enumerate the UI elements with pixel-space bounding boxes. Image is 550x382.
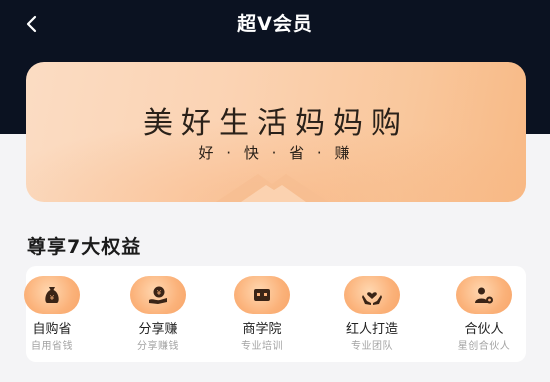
benefit-icon-bg: ¥ xyxy=(130,276,186,314)
benefit-label: 分享赚 xyxy=(138,322,178,337)
benefit-item-partner[interactable]: 合伙人 星创合伙人 xyxy=(434,266,534,362)
benefit-item-influencer[interactable]: 红人打造 专业团队 xyxy=(322,266,422,362)
ticket-icon xyxy=(254,289,270,301)
coin-hand-icon: ¥ xyxy=(149,286,167,304)
benefits-card: ¥ 自购省 自用省钱 ¥ 分享赚 分享赚钱 商学院 专业培训 红人打造 专业团队… xyxy=(24,266,526,362)
benefit-item-academy[interactable]: 商学院 专业培训 xyxy=(212,266,312,362)
benefit-sublabel: 专业团队 xyxy=(351,341,393,352)
benefit-icon-bg xyxy=(344,276,400,314)
benefit-label: 合伙人 xyxy=(464,322,504,337)
banner-subtitle: 好 · 快 · 省 · 赚 xyxy=(198,144,354,162)
benefits-section-title: 尊享7大权益 xyxy=(27,236,142,258)
benefit-sublabel: 专业培训 xyxy=(241,341,283,352)
benefit-icon-bg xyxy=(234,276,290,314)
benefit-label: 红人打造 xyxy=(345,322,398,337)
benefit-label: 自购省 xyxy=(32,322,72,337)
promo-banner[interactable]: 美好生活妈妈购 好 · 快 · 省 · 赚 xyxy=(26,62,526,202)
benefit-sublabel: 星创合伙人 xyxy=(457,341,511,352)
benefit-label: 商学院 xyxy=(242,322,282,337)
benefit-sublabel: 分享赚钱 xyxy=(137,341,179,352)
benefit-icon-bg xyxy=(456,276,512,314)
svg-text:¥: ¥ xyxy=(50,294,55,302)
heart-hands-icon xyxy=(362,292,382,305)
benefit-item-self-purchase[interactable]: ¥ 自购省 自用省钱 xyxy=(2,266,102,362)
money-bag-icon: ¥ xyxy=(45,287,59,303)
benefit-icon-bg: ¥ xyxy=(24,276,80,314)
svg-text:¥: ¥ xyxy=(157,289,162,297)
banner-title: 美好生活妈妈购 xyxy=(143,106,409,141)
page-title: 超V会员 xyxy=(237,13,313,35)
benefit-item-share-earn[interactable]: ¥ 分享赚 分享赚钱 xyxy=(108,266,208,362)
partner-icon xyxy=(475,287,493,304)
benefit-sublabel: 自用省钱 xyxy=(31,341,73,352)
